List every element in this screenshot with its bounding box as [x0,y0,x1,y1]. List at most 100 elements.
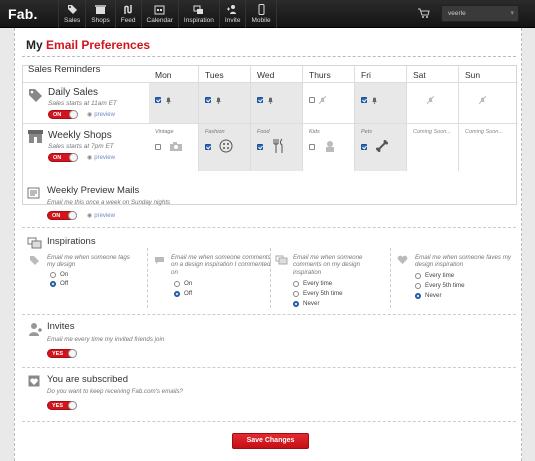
daily-sales-subtitle: Sales starts at 11am ET [48,100,117,107]
toy-icon [326,141,334,152]
nav-mobile[interactable]: Mobile [245,0,277,28]
insp-tags-on-radio[interactable] [50,272,56,278]
chevron-down-icon: ▾ [510,10,514,17]
bell-icon [372,97,377,104]
daily-fri-checkbox[interactable] [361,97,367,103]
nav-calendar[interactable]: Calendar [140,0,178,28]
shop-food-cell: Food [251,124,303,171]
daily-thurs-checkbox[interactable] [309,97,315,103]
shop-vintage-checkbox[interactable] [155,144,161,150]
insp-mycomments-fifth-radio[interactable] [293,291,299,297]
daily-sales-row: Daily Sales Sales starts at 11am ET ON ◉… [23,82,518,123]
daily-wed-cell [251,83,303,123]
insp-faves-every-radio[interactable] [415,273,421,279]
nav-inspiration[interactable]: Inspiration [177,0,219,28]
nav-shops[interactable]: Shops [85,0,114,28]
shop-food-checkbox[interactable] [257,144,263,150]
tag-icon [29,89,42,102]
calendar-icon [154,5,165,15]
top-navigation-bar: Fab. Sales Shops Feed Calendar Inspirati… [0,0,535,28]
insp-mycomments-text: Email me when someone comments on my des… [293,254,363,276]
comment-icon [155,257,164,264]
invites-title: Invites [47,321,75,332]
day-header-thurs: Thurs [303,66,355,82]
user-menu[interactable]: veerle ▾ [441,5,519,22]
eye-icon: ◉ [87,155,93,161]
bell-off-icon [319,96,326,104]
shop-fashion-checkbox[interactable] [205,144,211,150]
daily-sales-title: Daily Sales [48,87,99,98]
shop-fashion-cell: Fashion [199,124,251,171]
invite-icon [227,5,237,14]
eye-icon: ◉ [87,112,93,118]
day-header-wed: Wed [251,66,303,82]
subscribed-toggle[interactable]: YES [47,401,77,410]
weekly-shops-title: Weekly Shops [48,130,112,141]
shop-sat-cell: Coming Soon... [407,124,459,171]
weekly-preview-toggle[interactable]: ON [47,211,77,220]
nav-invite[interactable]: Invite [218,0,246,28]
bone-icon [376,140,388,152]
tag-icon [30,256,39,265]
nav-feed[interactable]: Feed [114,0,141,28]
weekly-shops-row: Weekly Shops Sales starts at 7pm ET ON ◉… [23,123,518,171]
daily-wed-checkbox[interactable] [257,97,263,103]
save-changes-button[interactable]: Save Changes [232,433,309,449]
insp-faves-text: Email me when someone faves my design in… [415,254,511,269]
newspaper-icon [27,187,40,199]
subscribed-subtitle: Do you want to keep receiving Fab.com's … [47,388,183,395]
day-header-fri: Fri [355,66,407,82]
nav-sales[interactable]: Sales [58,0,85,28]
inspiration-icon [275,255,288,265]
insp-comments-text: Email me when someone comments on a desi… [171,254,271,276]
day-header-tues: Tues [199,66,251,82]
insp-tags-off-radio[interactable] [50,281,56,287]
bell-icon [268,97,273,104]
eye-icon: ◉ [87,213,93,219]
weekly-shops-preview-link[interactable]: ◉ preview [87,154,115,161]
shop-kids-checkbox[interactable] [309,144,315,150]
fab-logo[interactable]: Fab. [8,6,38,22]
daily-tues-cell [199,83,251,123]
invites-toggle[interactable]: YES [47,349,77,358]
shop-kids-cell: Kids [303,124,355,171]
insp-tags-text: Email me when someone tags my design [47,254,130,269]
feed-icon [123,5,132,14]
shop-icon [28,130,43,143]
user-name: veerle [448,10,466,17]
shop-pets-checkbox[interactable] [361,144,367,150]
subscribed-title: You are subscribed [47,374,128,385]
shop-sun-cell: Coming Soon... [465,129,503,135]
insp-mycomments-never-radio[interactable] [293,301,299,307]
person-add-icon [29,323,42,336]
daily-mon-checkbox[interactable] [155,97,161,103]
daily-sat-cell [407,83,459,123]
insp-comments-on-radio[interactable] [174,281,180,287]
day-header-sun: Sun [465,70,481,80]
shop-pets-cell: Pets [355,124,407,171]
preferences-panel: My Email Preferences Sales Reminders Mon… [14,28,522,461]
weekly-shops-toggle[interactable]: ON [48,153,78,162]
daily-sales-toggle[interactable]: ON [48,110,78,119]
button-icon [219,139,233,153]
insp-faves-fifth-radio[interactable] [415,283,421,289]
weekly-preview-subtitle: Email me this once a week on Sunday nigh… [47,199,171,206]
insp-comments-off-radio[interactable] [174,291,180,297]
sales-reminders-title: Sales Reminders [28,64,101,75]
inspirations-title: Inspirations [47,236,96,247]
shop-icon [94,5,106,14]
inspiration-icon [193,5,204,14]
insp-faves-never-radio[interactable] [415,293,421,299]
daily-fri-cell [355,83,407,123]
main-nav: Sales Shops Feed Calendar Inspiration In… [58,0,277,28]
weekly-preview-link[interactable]: ◉ preview [87,212,115,219]
cutlery-icon [273,138,283,153]
daily-sun-cell [459,83,518,123]
insp-mycomments-every-radio[interactable] [293,281,299,287]
daily-sales-preview-link[interactable]: ◉ preview [87,111,115,118]
camera-icon [170,142,182,151]
daily-tues-checkbox[interactable] [205,97,211,103]
cart-icon[interactable] [418,8,430,18]
bell-icon [216,97,221,104]
bell-off-icon [479,96,486,104]
